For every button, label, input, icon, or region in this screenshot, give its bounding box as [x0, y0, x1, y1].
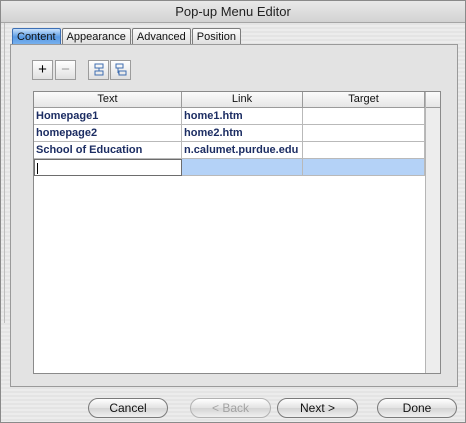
cell-text-editing[interactable] [34, 159, 182, 176]
menu-items-table: Text Link Target Homepage1 home1.htm hom… [33, 91, 441, 374]
tab-appearance[interactable]: Appearance [61, 28, 131, 45]
window-edge [1, 23, 5, 323]
tab-content[interactable]: Content [12, 28, 61, 45]
cell-text[interactable]: Homepage1 [34, 108, 182, 125]
text-caret [37, 163, 38, 174]
outdent-button[interactable] [110, 60, 131, 80]
content-panel: + − Text Link Target Homepage1 home1.htm… [10, 44, 458, 387]
cell-target[interactable] [303, 125, 425, 142]
popup-menu-editor-window: Pop-up Menu Editor Content Appearance Ad… [0, 0, 466, 423]
indent-icon [89, 63, 108, 77]
cell-target[interactable] [303, 159, 425, 176]
done-button[interactable]: Done [377, 398, 457, 418]
window-title: Pop-up Menu Editor [1, 1, 465, 23]
cancel-button[interactable]: Cancel [88, 398, 168, 418]
add-item-button[interactable]: + [32, 60, 53, 80]
next-button[interactable]: Next > [277, 398, 358, 418]
remove-item-button[interactable]: − [55, 60, 76, 80]
table-scrollbar[interactable] [425, 92, 440, 373]
scrollbar-corner [426, 92, 440, 108]
table-row[interactable]: homepage2 home2.htm [34, 125, 425, 142]
cell-link[interactable]: home1.htm [182, 108, 303, 125]
cell-link[interactable]: n.calumet.purdue.edu [182, 142, 303, 159]
column-header-text[interactable]: Text [34, 92, 182, 108]
cell-link[interactable] [182, 159, 303, 176]
table-header: Text Link Target [34, 92, 440, 108]
column-header-target[interactable]: Target [303, 92, 425, 108]
indent-button[interactable] [88, 60, 109, 80]
table-row[interactable]: School of Education n.calumet.purdue.edu [34, 142, 425, 159]
table-row[interactable]: Homepage1 home1.htm [34, 108, 425, 125]
cell-text[interactable]: homepage2 [34, 125, 182, 142]
tab-advanced[interactable]: Advanced [131, 28, 191, 45]
cell-target[interactable] [303, 142, 425, 159]
cell-text[interactable]: School of Education [34, 142, 182, 159]
tab-position[interactable]: Position [191, 28, 241, 45]
cell-target[interactable] [303, 108, 425, 125]
table-row-new[interactable] [34, 159, 425, 176]
column-header-link[interactable]: Link [182, 92, 303, 108]
back-button[interactable]: < Back [190, 398, 271, 418]
cell-link[interactable]: home2.htm [182, 125, 303, 142]
outdent-icon [111, 63, 130, 77]
tab-bar: Content Appearance Advanced Position [12, 28, 242, 45]
